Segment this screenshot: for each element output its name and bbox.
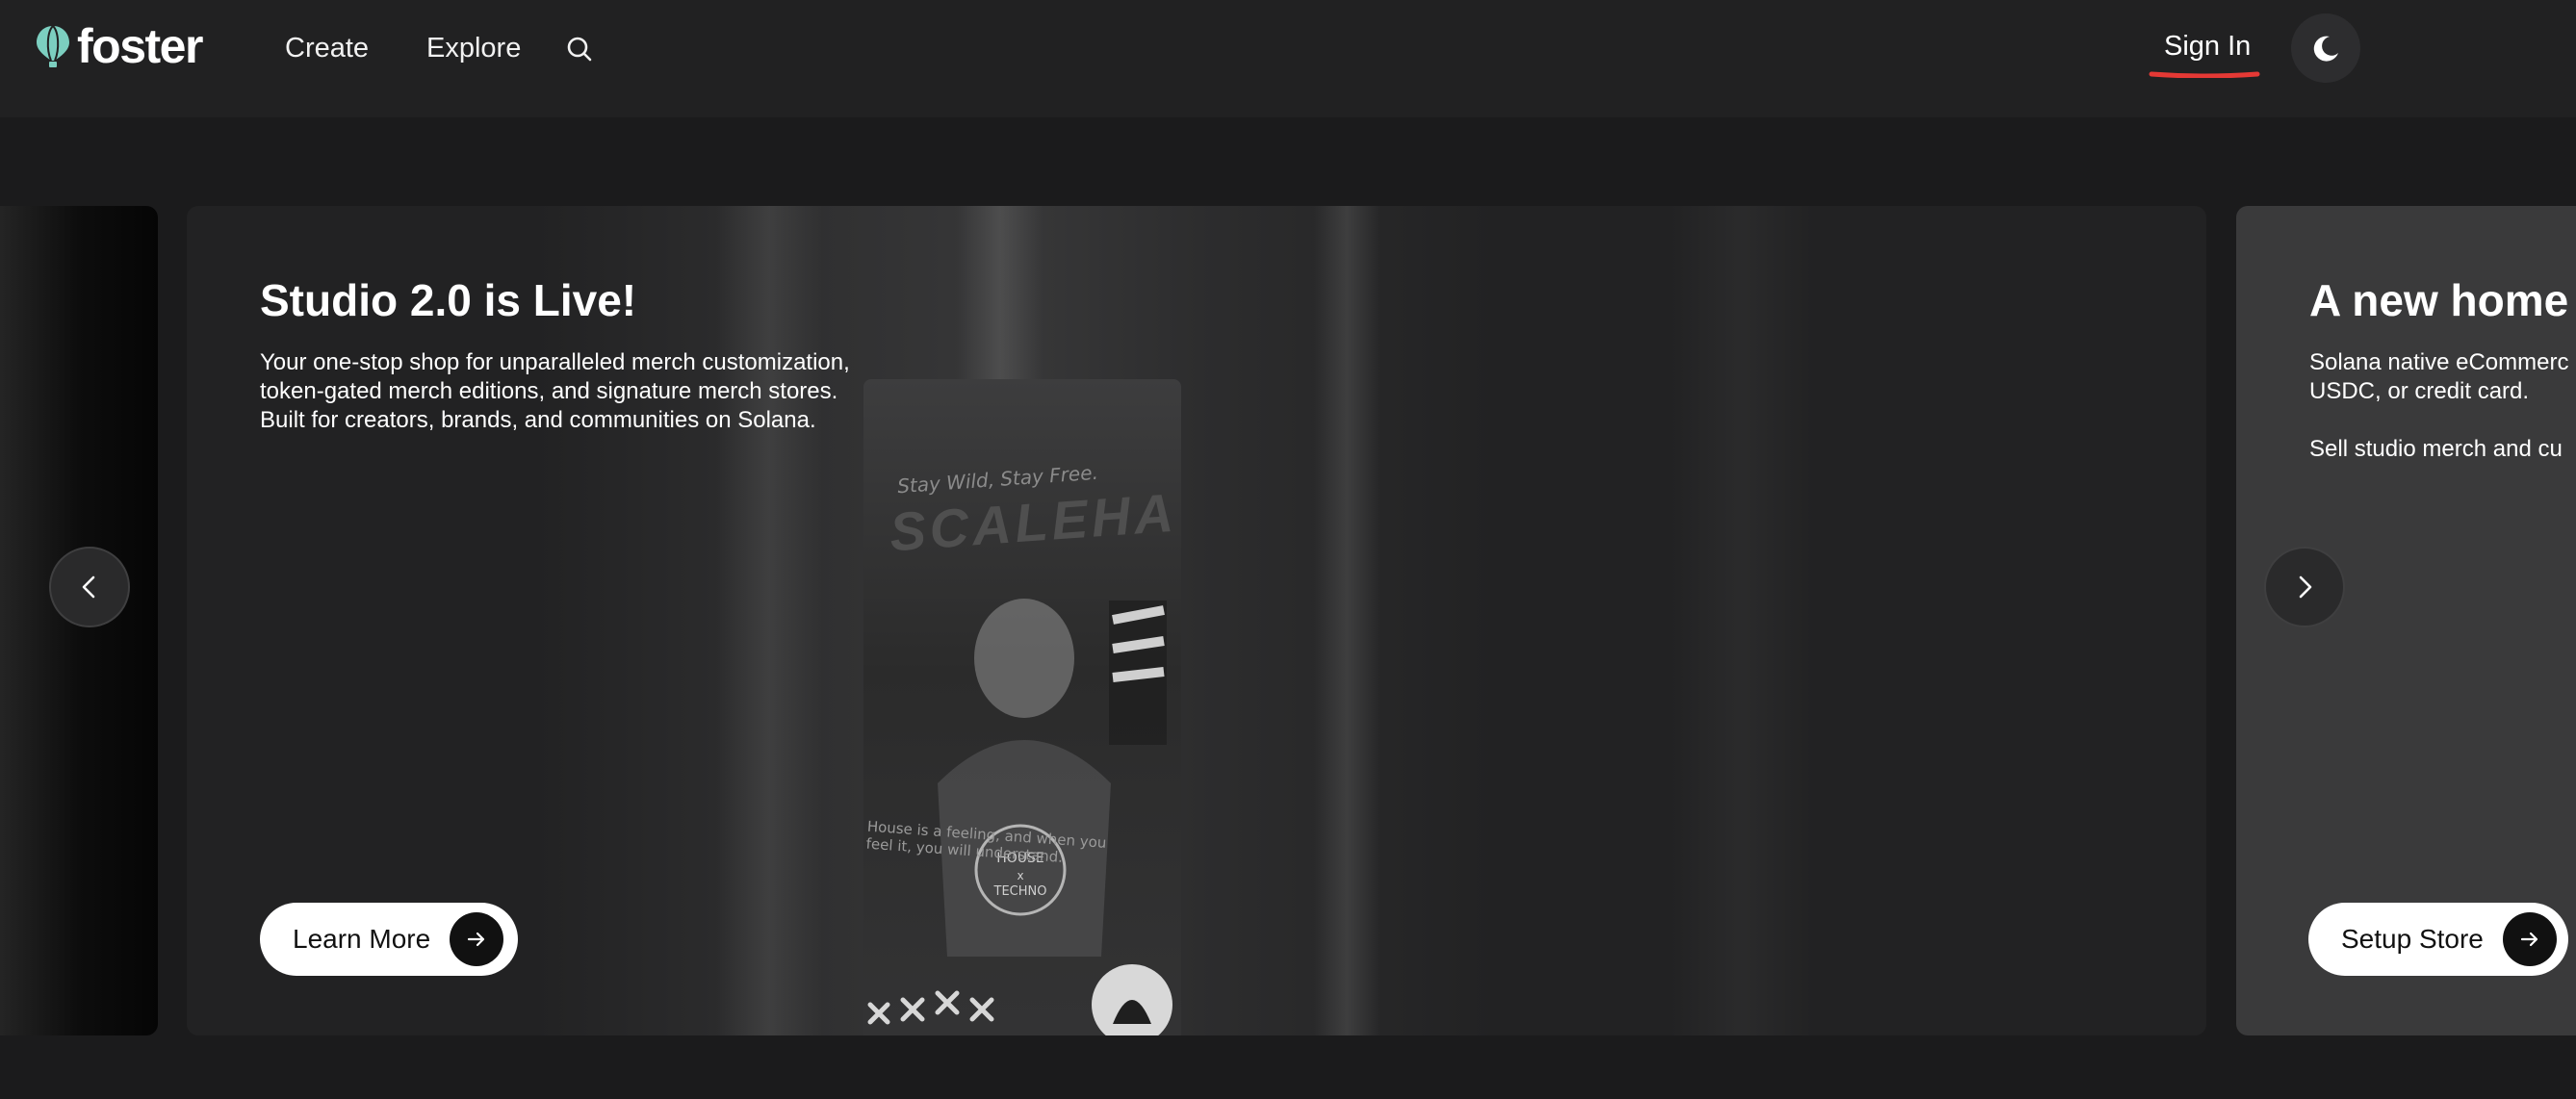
logo-wordmark: foster — [77, 19, 203, 73]
slide-description-line: USDC, or credit card. — [2309, 378, 2530, 404]
slide-description-line: Built for creators, brands, and communit… — [260, 407, 816, 433]
search-icon — [567, 37, 592, 62]
slide-description: Solana native eCommerc USDC, or credit c… — [2309, 348, 2576, 464]
chevron-right-icon — [2299, 575, 2312, 599]
slide-description: Your one-stop shop for unparalleled merc… — [260, 348, 953, 435]
slide-title: Studio 2.0 is Live! — [260, 275, 637, 325]
setup-store-button[interactable]: Setup Store — [2308, 903, 2568, 976]
theme-toggle-button[interactable] — [2291, 13, 2360, 83]
nav-explore-link[interactable]: Explore — [426, 29, 521, 67]
arrow-right-icon — [2502, 912, 2557, 966]
search-button[interactable] — [565, 35, 594, 64]
sign-in-underline — [2149, 71, 2260, 78]
slide-description-line — [2309, 406, 2576, 435]
nav-create-link[interactable]: Create — [285, 29, 369, 67]
slide-description-line: Your one-stop shop for unparalleled merc… — [260, 349, 850, 375]
carousel-slide-studio: HOUSE x TECHNO Stay Wild, Stay Free. SCA… — [187, 206, 2206, 1035]
chevron-left-icon — [82, 575, 95, 599]
sign-in-link[interactable]: Sign In — [2164, 27, 2251, 65]
svg-text:x: x — [1017, 869, 1023, 882]
balloon-logo-icon — [37, 25, 69, 67]
carousel-previous-button[interactable] — [49, 547, 130, 627]
moon-icon — [2313, 36, 2338, 62]
svg-text:TECHNO: TECHNO — [993, 884, 1047, 899]
slide-description-line: Solana native eCommerc — [2309, 349, 2569, 375]
slide-description-line: token-gated merch editions, and signatur… — [260, 378, 838, 404]
learn-more-button[interactable]: Learn More — [260, 903, 518, 976]
setup-store-label: Setup Store — [2341, 924, 2484, 954]
artwork-figure: HOUSE x TECHNO — [867, 599, 1172, 1035]
foster-logo[interactable]: foster — [35, 19, 203, 73]
slide-title: A new home — [2309, 275, 2569, 325]
learn-more-label: Learn More — [293, 924, 431, 954]
top-navigation-bar: foster Create Explore Sign In — [0, 0, 2576, 117]
arrow-right-icon — [450, 912, 504, 966]
carousel-next-button[interactable] — [2264, 547, 2345, 627]
slide-description-line: Sell studio merch and cu — [2309, 436, 2563, 462]
